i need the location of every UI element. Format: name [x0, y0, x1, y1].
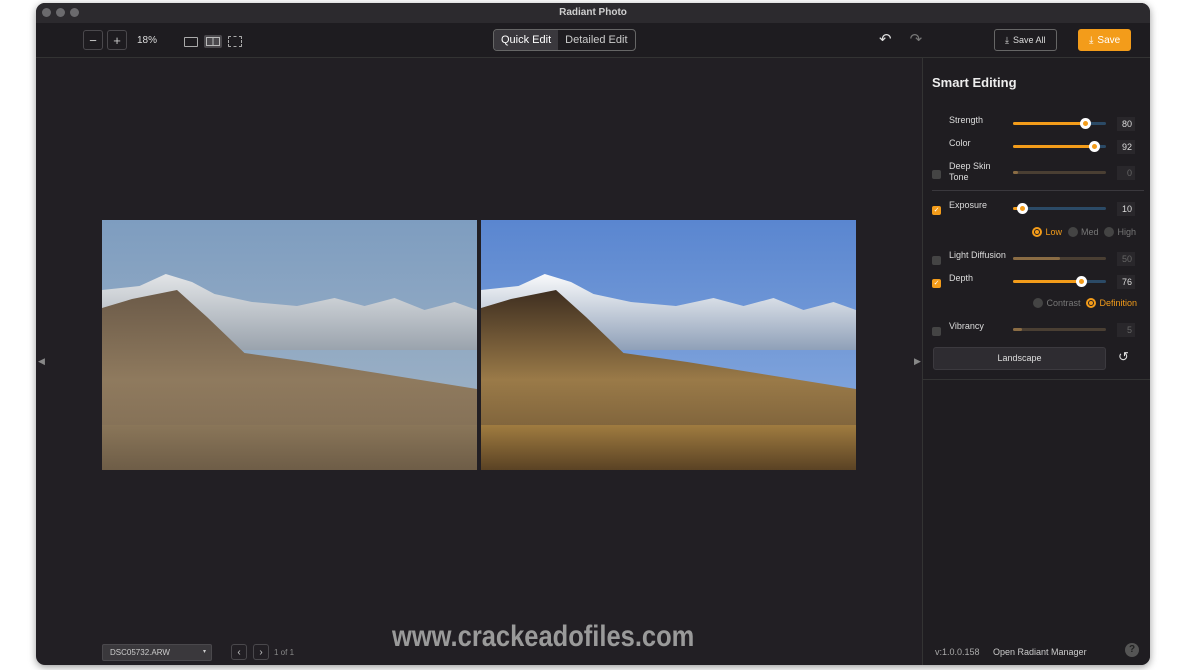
slider-vibrancy[interactable]: Vibrancy 5: [923, 321, 1150, 341]
light-diffusion-checkbox[interactable]: [932, 256, 941, 265]
original-image: [102, 220, 477, 470]
next-page-button[interactable]: ›: [253, 644, 269, 660]
toolbar: − + 18% Quick Edit Detailed Edit ↶ ↷ ⤓ Sa…: [36, 23, 1150, 58]
tab-quick-edit[interactable]: Quick Edit: [494, 30, 559, 50]
exposure-options: Low Med High: [1032, 227, 1136, 237]
single-view-icon[interactable]: [184, 36, 198, 47]
radio-high[interactable]: High: [1104, 227, 1136, 237]
compare-view-icon[interactable]: [228, 36, 242, 47]
chevron-down-icon: ▾: [202, 649, 206, 655]
edited-image: [481, 220, 856, 470]
save-all-button[interactable]: ⤓ Save All: [994, 29, 1057, 51]
maximize-button[interactable]: [70, 8, 79, 17]
slider-deep-skin-tone[interactable]: Deep Skin Tone 0: [923, 161, 1150, 184]
close-button[interactable]: [42, 8, 51, 17]
divider: [932, 190, 1144, 191]
next-arrow-icon[interactable]: ▶: [914, 356, 921, 367]
zoom-out-button[interactable]: −: [83, 30, 103, 50]
slider-strength[interactable]: Strength 80: [923, 115, 1150, 135]
depth-checkbox[interactable]: ✓: [932, 279, 941, 288]
split-view-icon[interactable]: [204, 35, 222, 48]
download-icon: ⤓: [1005, 34, 1009, 45]
slider-color[interactable]: Color 92: [923, 138, 1150, 158]
reset-icon[interactable]: ↺: [1118, 349, 1129, 365]
prev-arrow-icon[interactable]: ◀: [38, 356, 45, 367]
window-title: Radiant Photo: [559, 7, 627, 18]
radio-med[interactable]: Med: [1067, 227, 1098, 237]
divider: [923, 379, 1150, 380]
slider-exposure[interactable]: ✓ Exposure 10: [923, 200, 1150, 220]
help-icon[interactable]: ?: [1125, 643, 1139, 657]
deep-skin-tone-checkbox[interactable]: [932, 170, 941, 179]
app-window: Radiant Photo − + 18% Quick Edit Detaile…: [36, 3, 1150, 665]
version-label: v:1.0.0.158: [935, 647, 980, 657]
minimize-button[interactable]: [56, 8, 65, 17]
prev-page-button[interactable]: ‹: [231, 644, 247, 660]
panel-title: Smart Editing: [932, 75, 1017, 90]
title-bar: Radiant Photo: [36, 3, 1150, 23]
download-icon: ⤓: [1089, 34, 1094, 46]
undo-icon[interactable]: ↶: [879, 30, 892, 48]
save-button[interactable]: ⤓ Save: [1078, 29, 1132, 51]
exposure-checkbox[interactable]: ✓: [932, 206, 941, 215]
image-canvas: ◀ ▶ DSC05732.ARW ▾ ‹ › 1 of 1: [36, 58, 922, 665]
preset-button[interactable]: Landscape: [933, 347, 1106, 370]
radio-contrast[interactable]: Contrast: [1033, 298, 1080, 308]
open-manager-link[interactable]: Open Radiant Manager: [993, 647, 1087, 657]
zoom-level: 18%: [137, 34, 158, 46]
file-select[interactable]: DSC05732.ARW ▾: [102, 644, 212, 661]
radio-definition[interactable]: Definition: [1086, 298, 1137, 308]
vibrancy-checkbox[interactable]: [932, 327, 941, 336]
depth-options: Contrast Definition: [1033, 298, 1137, 308]
watermark: www.crackeadofiles.com: [392, 620, 695, 653]
tab-detailed-edit[interactable]: Detailed Edit: [558, 30, 634, 50]
zoom-in-button[interactable]: +: [107, 30, 127, 50]
slider-depth[interactable]: ✓ Depth 76: [923, 273, 1150, 293]
smart-editing-panel: Smart Editing Strength 80 Color 92 Deep …: [922, 58, 1150, 665]
radio-low[interactable]: Low: [1032, 227, 1062, 237]
page-indicator: 1 of 1: [274, 648, 295, 657]
redo-icon[interactable]: ↷: [910, 30, 923, 48]
slider-light-diffusion[interactable]: Light Diffusion 50: [923, 250, 1150, 270]
